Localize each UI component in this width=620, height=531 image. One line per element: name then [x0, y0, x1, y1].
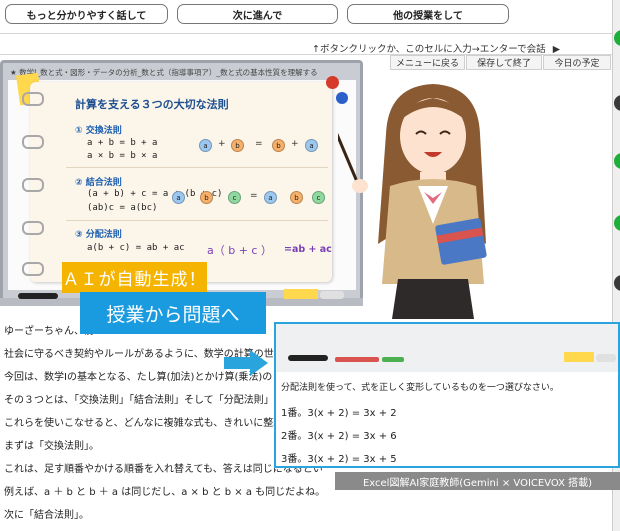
binder-ring-icon [22, 92, 44, 106]
variable-a-circle: a [172, 191, 185, 204]
variable-b-circle: b [290, 191, 303, 204]
distributive-expression: a（ b + c ） [207, 244, 272, 257]
save-and-exit-button[interactable]: 保存して終了 [466, 55, 542, 70]
easier-explanation-button[interactable]: もっと分かりやすく話して [5, 4, 168, 24]
hint-text: ↑ボタンクリックか、このセルに入力→エンターで会話 [312, 44, 546, 55]
quiz-option-1[interactable]: 1番。3(x + 2) = 3x + 2 [281, 404, 397, 419]
variable-b-circle: b [200, 191, 213, 204]
binder-ring-icon [22, 221, 44, 235]
variable-b-circle: b [272, 139, 285, 152]
equals-sign: = [255, 139, 263, 149]
input-hint[interactable]: ↑ボタンクリックか、このセルに入力→エンターで会話 ▶ [312, 41, 560, 55]
lesson-to-quiz-badge: 授業から問題へ [80, 292, 266, 334]
binder-ring-icon [22, 262, 44, 276]
red-marker-icon [335, 357, 379, 362]
lesson-text-line: 次に「結合法則」。 [4, 510, 89, 521]
play-icon: ▶ [552, 44, 561, 55]
eraser-icon [284, 289, 318, 299]
lesson-text-line: その３つとは、「交換法則」「結合法則」そして「分配法則」だよ。 [4, 395, 304, 406]
lesson-breadcrumb: ★ 数学Ⅰ_数と式・図形・データの分析_数と式（指導事項ア）_数と式の基本性質を… [10, 68, 318, 77]
variable-a-circle: a [264, 191, 277, 204]
commutative-law-line: a × b = b × a [87, 151, 158, 161]
plus-sign: + [291, 139, 299, 149]
app-footer-label: Excel図解AI家庭教師(Gemini × VOICEVOX 搭載) [335, 472, 620, 490]
teacher-illustration [338, 84, 487, 319]
arrow-right-icon [224, 357, 250, 369]
quiz-option-2[interactable]: 2番。3(x + 2) = 3x + 6 [281, 427, 397, 442]
lesson-text-line: まずは「交換法則」。 [4, 441, 99, 452]
commutative-law-title: ① 交換法則 [75, 126, 122, 136]
commutative-law-line: a + b = b + a [87, 138, 158, 148]
quiz-question: 分配法則を使って、式を正しく変形しているものを一つ選びなさい。 [281, 383, 559, 393]
black-marker-icon [18, 293, 58, 299]
sheet-gridline [0, 33, 612, 34]
back-to-menu-button[interactable]: メニューに戻る [390, 55, 465, 70]
black-marker-icon [288, 355, 328, 361]
binder-ring-icon [22, 178, 44, 192]
distributive-result: =ab + ac [284, 244, 332, 255]
next-button[interactable]: 次に進んで [177, 4, 338, 24]
distributive-law-title: ③ 分配法則 [75, 230, 122, 240]
binder-ring-icon [22, 135, 44, 149]
white-marker-icon [320, 291, 344, 299]
variable-a-circle: a [305, 139, 318, 152]
other-lesson-button[interactable]: 他の授業をして [347, 4, 509, 24]
associative-law-line: (ab)c = a(bc) [87, 203, 158, 213]
arrow-right-icon-head [250, 350, 268, 376]
board-title: 計算を支える３つの大切な法則 [75, 98, 229, 111]
variable-b-circle: b [231, 139, 244, 152]
ai-generated-badge: ＡＩが自動生成！ [62, 262, 207, 293]
equals-sign: = [250, 191, 258, 201]
green-marker-icon [382, 357, 404, 362]
associative-law-title: ② 結合法則 [75, 178, 122, 188]
variable-c-circle: c [228, 191, 241, 204]
variable-c-circle: c [312, 191, 325, 204]
eraser-icon [564, 352, 594, 362]
today-schedule-button[interactable]: 今日の予定 [543, 55, 611, 70]
quiz-option-3[interactable]: 3番。3(x + 2) = 3x + 5 [281, 450, 397, 465]
quiz-board-strip [276, 324, 618, 372]
plus-sign: + [218, 139, 226, 149]
distributive-law-line: a(b + c) = ab + ac [87, 243, 185, 253]
section-divider [66, 167, 328, 168]
variable-a-circle: a [199, 139, 212, 152]
section-divider [66, 220, 328, 221]
lesson-text-line: 例えば、a ＋ b と b ＋ a は同じだし、a × b と b × a も同… [4, 487, 326, 498]
white-marker-icon [596, 354, 616, 362]
